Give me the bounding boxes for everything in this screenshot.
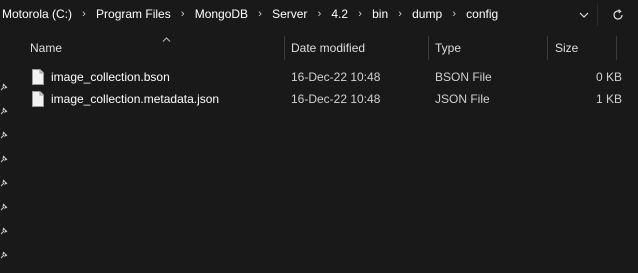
pin-icon[interactable] <box>0 83 8 91</box>
file-date-modified: 16-Dec-22 10:48 <box>291 92 381 106</box>
file-icon <box>32 91 44 107</box>
breadcrumb-separator-icon[interactable]: › <box>444 8 464 20</box>
column-header-name[interactable]: Name <box>30 34 280 62</box>
breadcrumb-separator-icon[interactable]: › <box>309 8 329 20</box>
column-header-row: Name Date modified Type Size <box>14 34 638 62</box>
file-size: 1 KB <box>595 92 622 106</box>
file-name[interactable]: image_collection.bson <box>51 66 170 88</box>
quick-access-pins <box>0 30 10 273</box>
file-icon <box>32 69 44 85</box>
column-divider[interactable] <box>616 36 617 60</box>
pin-icon[interactable] <box>0 203 8 211</box>
address-bar[interactable]: Motorola (C:) › Program Files › MongoDB … <box>0 0 638 30</box>
file-row[interactable]: image_collection.bson 16-Dec-22 10:48 BS… <box>26 66 632 88</box>
file-type: BSON File <box>435 70 492 84</box>
pin-icon[interactable] <box>0 131 8 139</box>
breadcrumb-bin[interactable]: bin <box>370 7 390 21</box>
breadcrumb-separator-icon[interactable]: › <box>350 8 370 20</box>
breadcrumb-mongodb[interactable]: MongoDB <box>193 7 250 21</box>
file-type: JSON File <box>435 92 490 106</box>
breadcrumb-separator-icon[interactable]: › <box>173 8 193 20</box>
file-name[interactable]: image_collection.metadata.json <box>51 88 219 110</box>
column-divider[interactable] <box>428 36 429 60</box>
pin-icon[interactable] <box>0 227 8 235</box>
breadcrumb-server[interactable]: Server <box>270 7 309 21</box>
breadcrumb-version[interactable]: 4.2 <box>329 7 350 21</box>
breadcrumb-separator-icon[interactable]: › <box>390 8 410 20</box>
chevron-down-icon[interactable] <box>570 4 598 26</box>
refresh-icon[interactable] <box>604 4 632 26</box>
breadcrumb-drive[interactable]: Motorola (C:) <box>0 7 74 21</box>
breadcrumb-separator-icon[interactable]: › <box>74 8 94 20</box>
column-divider[interactable] <box>284 36 285 60</box>
breadcrumb: Motorola (C:) › Program Files › MongoDB … <box>0 0 500 28</box>
pin-icon[interactable] <box>0 107 8 115</box>
file-date-modified: 16-Dec-22 10:48 <box>291 70 381 84</box>
breadcrumb-dump[interactable]: dump <box>410 7 444 21</box>
breadcrumb-config[interactable]: config <box>464 7 500 21</box>
column-divider[interactable] <box>547 36 548 60</box>
pin-icon[interactable] <box>0 251 8 259</box>
file-size: 0 KB <box>595 70 622 84</box>
breadcrumb-program-files[interactable]: Program Files <box>94 7 173 21</box>
column-header-type[interactable]: Type <box>435 34 547 62</box>
column-header-size[interactable]: Size <box>555 34 625 62</box>
file-row[interactable]: image_collection.metadata.json 16-Dec-22… <box>26 88 632 110</box>
pin-icon[interactable] <box>0 179 8 187</box>
column-header-date-modified[interactable]: Date modified <box>291 34 429 62</box>
breadcrumb-separator-icon[interactable]: › <box>250 8 270 20</box>
pin-icon[interactable] <box>0 155 8 163</box>
